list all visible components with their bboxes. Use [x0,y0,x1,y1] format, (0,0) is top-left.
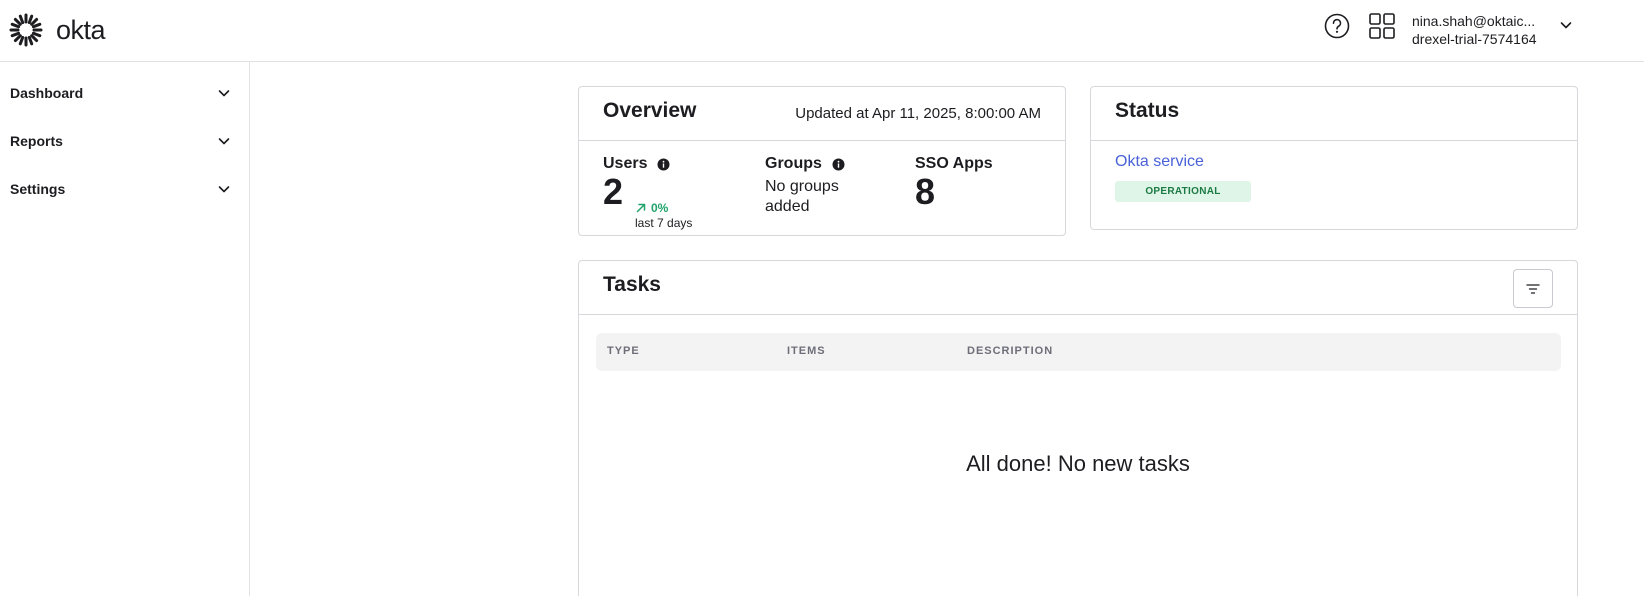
updated-timestamp: Updated at Apr 11, 2025, 8:00:00 AM [795,105,1041,122]
sidebar-item-label: Settings [10,181,66,197]
top-bar: okta nina.shah@oktaic... drexel-trial-75… [0,0,1644,62]
overview-header: Overview Updated at Apr 11, 2025, 8:00:0… [579,87,1065,141]
sidebar-item-label: Reports [10,133,63,149]
info-icon[interactable] [832,158,845,171]
groups-label: Groups [765,155,822,172]
tasks-table-header: TYPE ITEMS DESCRIPTION [596,333,1561,371]
groups-metric[interactable]: Groups No groups added [765,155,855,217]
arrow-up-right-icon [636,203,646,213]
okta-service-link[interactable]: Okta service [1115,153,1204,171]
users-trend-value: 0% [651,201,669,215]
sso-apps-count: 8 [915,171,936,212]
app-switcher-icon[interactable] [1368,12,1396,40]
empty-tasks-message: All done! No new tasks [966,451,1190,476]
okta-logo[interactable]: okta [9,13,106,47]
filter-button[interactable] [1513,269,1553,308]
groups-value: No groups added [765,178,839,215]
users-metric[interactable]: Users 2 0% last 7 days [603,155,723,230]
column-header-description[interactable]: DESCRIPTION [967,345,1053,357]
filter-icon [1526,283,1540,294]
tasks-card: Tasks TYPE ITEMS DESCRIPTION All done! N… [578,260,1578,596]
user-email: nina.shah@oktaic... [1412,13,1536,29]
sidebar: Dashboard Reports Settings [0,62,250,596]
sidebar-item-reports[interactable]: Reports [10,126,232,156]
help-icon[interactable] [1323,12,1351,40]
tasks-title: Tasks [603,273,661,296]
okta-sunburst-icon [9,13,43,47]
status-card: Status Okta service OPERATIONAL [1090,86,1578,230]
chevron-down-icon [218,186,230,193]
status-title: Status [1115,99,1180,122]
sso-apps-metric[interactable]: SSO Apps 8 [915,155,993,211]
user-menu[interactable]: nina.shah@oktaic... drexel-trial-7574164 [1412,12,1562,48]
sidebar-item-dashboard[interactable]: Dashboard [10,78,232,108]
sidebar-item-settings[interactable]: Settings [10,174,232,204]
users-trend-period: last 7 days [635,216,693,230]
users-trend: 0% last 7 days [635,201,692,230]
logo-text: okta [56,14,106,45]
info-icon[interactable] [657,158,670,171]
overview-card: Overview Updated at Apr 11, 2025, 8:00:0… [578,86,1066,236]
chevron-down-icon[interactable] [1558,17,1574,33]
chevron-down-icon [218,90,230,97]
overview-title: Overview [603,99,697,122]
tasks-header: Tasks [579,261,1577,315]
sidebar-item-label: Dashboard [10,85,84,101]
chevron-down-icon [218,138,230,145]
status-header: Status [1091,87,1577,141]
column-header-type[interactable]: TYPE [607,345,640,357]
user-org: drexel-trial-7574164 [1412,31,1537,47]
column-header-items[interactable]: ITEMS [787,345,826,357]
status-badge: OPERATIONAL [1115,181,1251,202]
